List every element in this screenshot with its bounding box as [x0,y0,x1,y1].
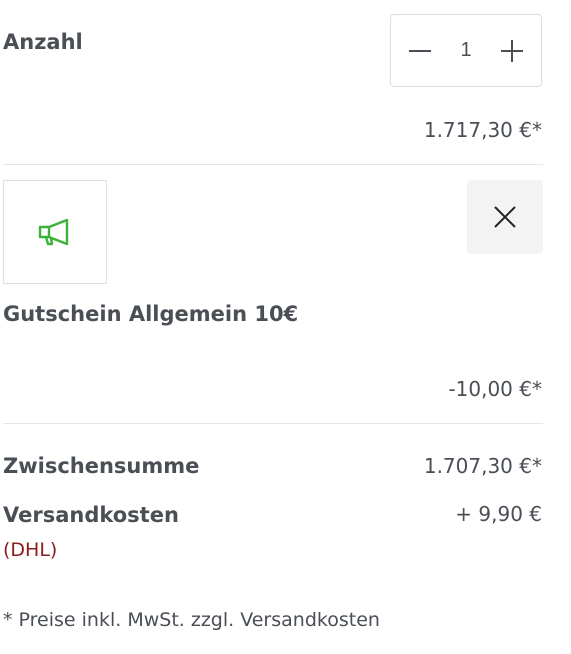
voucher-thumbnail [3,180,107,284]
plus-icon [501,39,523,62]
divider [3,164,543,165]
quantity-value[interactable]: 1 [460,39,471,62]
subtotal-value: 1.707,30 €* [423,454,542,478]
remove-voucher-button[interactable] [467,180,543,254]
divider [3,423,543,424]
shipping-value: + 9,90 € [455,502,542,526]
quantity-stepper: 1 [390,14,542,87]
subtotal-label: Zwischensumme [3,454,200,478]
shipping-carrier: (DHL) [3,539,58,561]
voucher-title[interactable]: Gutschein Allgemein 10€ [3,302,298,326]
voucher-price: -10,00 €* [448,377,542,401]
close-icon [494,206,516,228]
shipping-label: Versandkosten [3,503,179,527]
megaphone-icon [38,218,69,246]
price-footnote: * Preise inkl. MwSt. zzgl. Versandkosten [3,609,380,631]
increase-quantity-button[interactable] [483,15,541,86]
minus-icon [409,49,431,52]
product-price: 1.717,30 €* [423,118,542,142]
quantity-label: Anzahl [3,30,83,54]
decrease-quantity-button[interactable] [391,15,449,86]
